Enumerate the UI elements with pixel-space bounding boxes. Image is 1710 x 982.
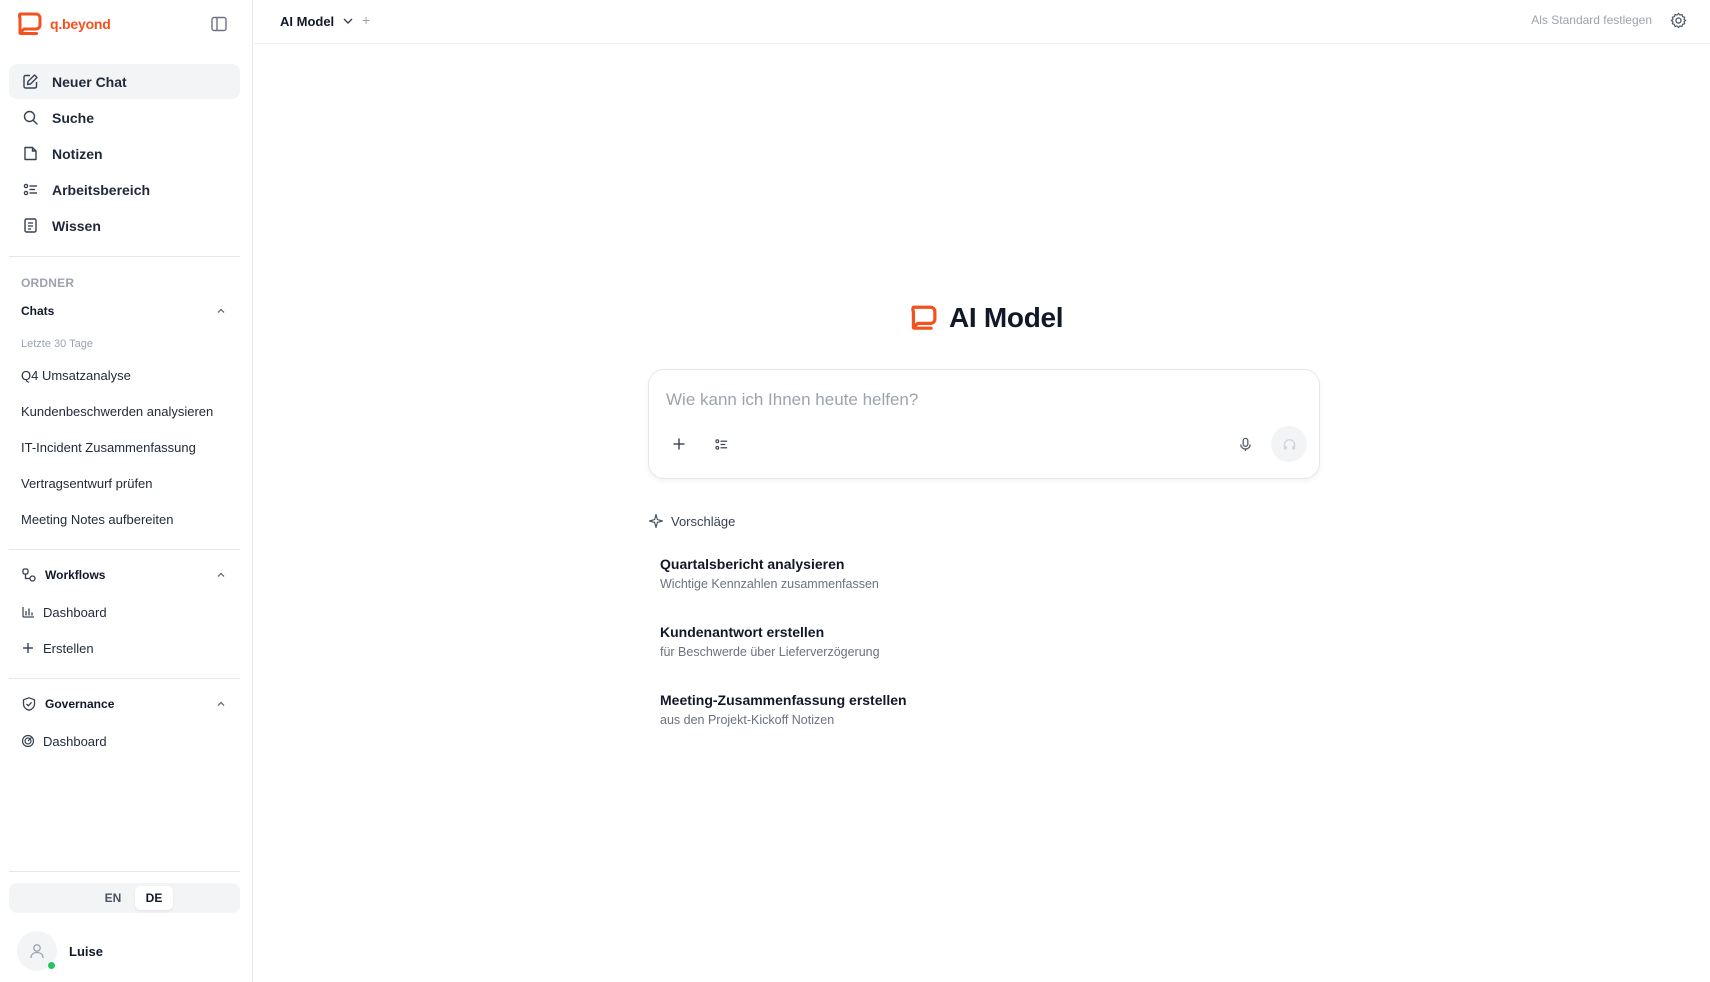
hero-title: AI Model [949, 302, 1064, 333]
lang-en-button[interactable]: EN [94, 886, 132, 910]
hero: AI Model [907, 300, 1064, 336]
chat-input[interactable] [666, 386, 1266, 414]
voice-input-button[interactable] [1231, 430, 1259, 458]
plus-icon [21, 641, 35, 655]
chat-item[interactable]: IT-Incident Zusammenfassung [9, 432, 240, 462]
book-icon [22, 217, 39, 234]
add-model-button[interactable]: + [362, 12, 370, 28]
workflow-icon [21, 567, 37, 583]
chats-group-toggle[interactable]: Chats [9, 297, 240, 325]
gear-icon[interactable] [1670, 12, 1687, 29]
user-name: Luise [69, 943, 103, 959]
main-nav: Neuer Chat Suche Notizen Arbeitsbereich … [9, 64, 240, 244]
sub-link-label: Erstellen [43, 640, 94, 656]
set-default-link[interactable]: Als Standard festlegen [1531, 13, 1652, 27]
tools-button[interactable] [707, 430, 735, 458]
nav-knowledge[interactable]: Wissen [9, 208, 240, 243]
brand-logo-icon [911, 305, 937, 330]
divider [9, 678, 240, 679]
edit-icon [22, 73, 39, 90]
suggestions-label: Vorschläge [671, 513, 736, 529]
governance-group-toggle[interactable]: Governance [9, 690, 240, 718]
governance-group-label: Governance [45, 697, 115, 711]
chats-period-label: Letzte 30 Tage [21, 338, 93, 350]
topbar: AI Model + Als Standard festlegen [254, 0, 1710, 44]
chevron-up-icon [217, 572, 225, 577]
nav-label: Suche [52, 109, 95, 126]
chat-item[interactable]: Q4 Umsatzanalyse [9, 360, 240, 390]
nav-new-chat[interactable]: Neuer Chat [9, 64, 240, 99]
chevron-up-icon [217, 308, 225, 313]
workflows-group-label: Workflows [45, 568, 106, 582]
lang-de-button[interactable]: DE [135, 886, 173, 910]
search-icon [22, 109, 39, 126]
brand[interactable]: q.beyond [14, 10, 111, 38]
model-selector[interactable]: AI Model [280, 10, 354, 32]
radar-icon [21, 734, 35, 748]
sub-link-label: Dashboard [43, 604, 107, 620]
workspace-icon [22, 181, 39, 198]
voice-mode-button[interactable] [1271, 426, 1307, 462]
user-icon [30, 944, 44, 959]
chat-item-label: Vertragsentwurf prüfen [21, 475, 153, 491]
chat-composer [648, 369, 1320, 479]
model-name: AI Model [280, 13, 335, 29]
governance-dashboard-link[interactable]: Dashboard [9, 726, 240, 756]
chat-item-label: Q4 Umsatzanalyse [21, 367, 131, 383]
shield-check-icon [21, 696, 37, 712]
divider [9, 871, 240, 872]
suggestion-subtitle: Wichtige Kennzahlen zusammenfassen [660, 577, 879, 591]
nav-label: Wissen [52, 217, 101, 234]
sidebar-toggle-icon[interactable] [210, 15, 228, 33]
chat-item-label: Meeting Notes aufbereiten [21, 511, 174, 527]
language-switch: EN DE [9, 883, 240, 913]
nav-search[interactable]: Suche [9, 100, 240, 135]
plus-icon [673, 438, 685, 450]
nav-label: Notizen [52, 145, 103, 162]
microphone-icon [1239, 437, 1251, 451]
nav-notes[interactable]: Notizen [9, 136, 240, 171]
suggestion-item[interactable]: Quartalsbericht analysieren Wichtige Ken… [648, 548, 1320, 602]
nav-label: Arbeitsbereich [52, 181, 151, 198]
chat-item[interactable]: Kundenbeschwerden analysieren [9, 396, 240, 426]
user-profile[interactable]: Luise [17, 931, 103, 971]
suggestion-subtitle: aus den Projekt-Kickoff Notizen [660, 713, 835, 727]
sub-link-label: Dashboard [43, 733, 107, 749]
workflows-create-link[interactable]: Erstellen [9, 633, 240, 663]
sparkle-icon [648, 513, 664, 529]
avatar [17, 931, 57, 971]
workflows-group-toggle[interactable]: Workflows [9, 561, 240, 589]
suggestion-title: Quartalsbericht analysieren [660, 556, 845, 572]
chat-item[interactable]: Meeting Notes aufbereiten [9, 504, 240, 534]
headphones-icon [1283, 438, 1295, 450]
bar-chart-icon [21, 605, 35, 619]
suggestion-title: Kundenantwort erstellen [660, 624, 825, 640]
divider [9, 256, 240, 257]
suggestion-item[interactable]: Meeting-Zusammenfassung erstellen aus de… [648, 684, 1320, 738]
suggestions-header: Vorschläge [648, 511, 735, 531]
attach-button[interactable] [665, 430, 693, 458]
online-status-dot [47, 961, 56, 970]
divider [9, 549, 240, 550]
chevron-down-icon [343, 18, 353, 24]
settings-sliders-icon [714, 438, 727, 450]
nav-workspace[interactable]: Arbeitsbereich [9, 172, 240, 207]
chevron-up-icon [217, 701, 225, 706]
brand-logo-icon [17, 12, 42, 35]
chat-item-label: Kundenbeschwerden analysieren [21, 403, 214, 419]
nav-label: Neuer Chat [52, 73, 127, 90]
suggestion-title: Meeting-Zusammenfassung erstellen [660, 692, 907, 708]
chats-group-label: Chats [21, 304, 55, 318]
chat-item-label: IT-Incident Zusammenfassung [21, 439, 196, 455]
folder-section-label: ORDNER [21, 276, 75, 290]
workflows-dashboard-link[interactable]: Dashboard [9, 597, 240, 627]
chat-item[interactable]: Vertragsentwurf prüfen [9, 468, 240, 498]
suggestion-item[interactable]: Kundenantwort erstellen für Beschwerde ü… [648, 616, 1320, 670]
brand-name: q.beyond [50, 16, 111, 32]
note-icon [22, 145, 39, 162]
suggestion-subtitle: für Beschwerde über Lieferverzögerung [660, 645, 880, 659]
sidebar: q.beyond Neuer Chat Suche Notizen Arbeit… [0, 0, 253, 982]
